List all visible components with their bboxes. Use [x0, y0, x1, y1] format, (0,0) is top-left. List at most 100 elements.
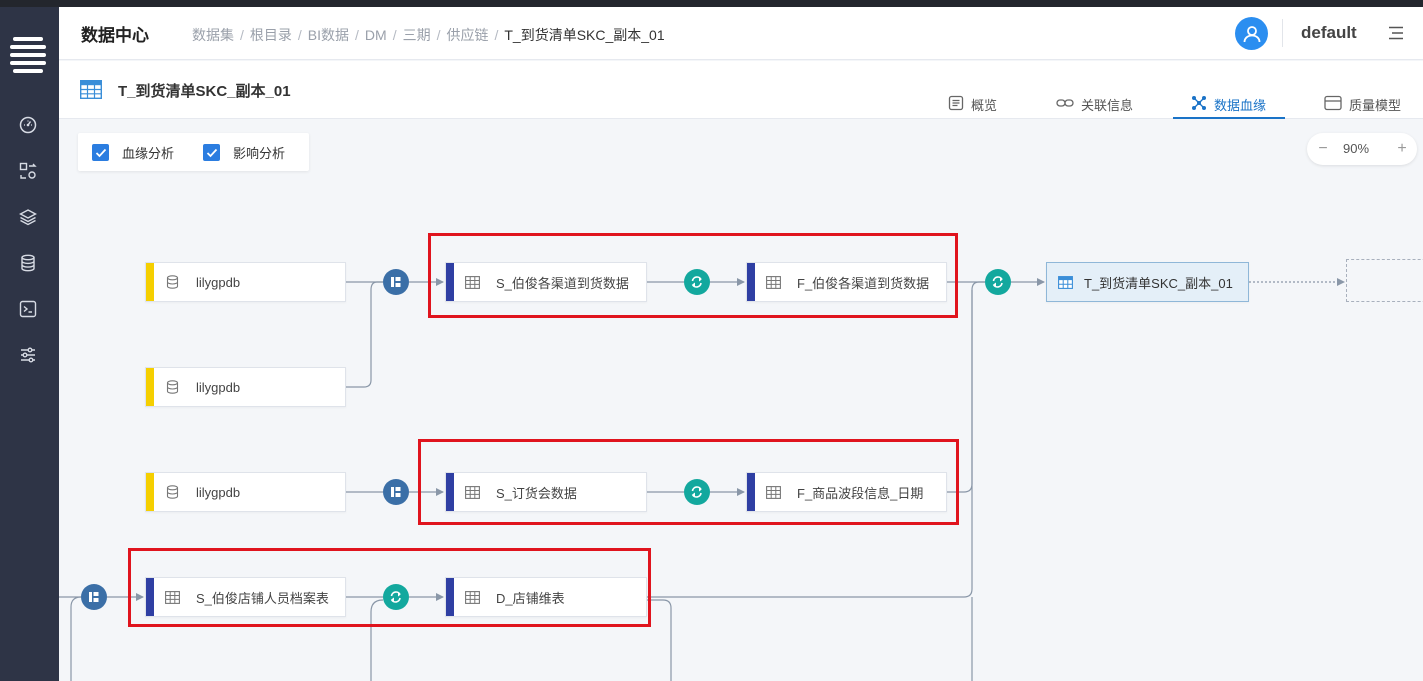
- menu-icon[interactable]: [1388, 26, 1404, 40]
- breadcrumb-item[interactable]: DM: [365, 27, 387, 43]
- link-icon: [1056, 99, 1074, 107]
- breadcrumb-current: T_到货清单SKC_副本_01: [504, 27, 665, 43]
- database-icon: [164, 379, 180, 395]
- tab-quality-model[interactable]: 质量模型: [1324, 95, 1406, 119]
- target-table-node[interactable]: T_到货清单SKC_副本_01: [1046, 262, 1249, 302]
- node-label: lilygpdb: [196, 274, 241, 290]
- source-node[interactable]: lilygpdb: [145, 262, 346, 302]
- node-type-bar: [747, 473, 755, 511]
- zoom-in-button[interactable]: +: [1394, 139, 1410, 159]
- node-type-bar: [747, 263, 755, 301]
- edge-line: [70, 596, 82, 681]
- checkbox-checked-icon: [92, 144, 109, 161]
- node-type-bar: [146, 263, 154, 301]
- dashboard-icon[interactable]: [17, 114, 39, 136]
- lineage-icon: [1192, 96, 1206, 110]
- merge-operation-icon[interactable]: [383, 269, 409, 295]
- tab-lineage[interactable]: 数据血缘: [1173, 95, 1285, 119]
- table-icon: [164, 589, 180, 605]
- edge-line: [346, 281, 383, 388]
- table-icon: [464, 274, 480, 290]
- tab-label: 质量模型: [1349, 98, 1402, 113]
- tab-related-info[interactable]: 关联信息: [1056, 95, 1136, 119]
- avatar[interactable]: [1235, 17, 1268, 50]
- transfer-icon[interactable]: [17, 160, 39, 182]
- merge-operation-icon[interactable]: [81, 584, 107, 610]
- node-label: T_到货清单SKC_副本_01: [1084, 275, 1233, 291]
- node-label: lilygpdb: [196, 379, 241, 395]
- database-icon: [164, 484, 180, 500]
- table-icon: [765, 484, 781, 500]
- edge-line: [647, 599, 672, 681]
- edge-line: [370, 599, 384, 681]
- node-type-bar: [146, 473, 154, 511]
- terminal-icon[interactable]: [17, 298, 39, 320]
- lineage-analysis-checkbox[interactable]: 血缘分析: [92, 143, 174, 162]
- tab-label: 概览: [971, 98, 998, 113]
- node-label: S_订货会数据: [496, 485, 577, 501]
- tab-overview[interactable]: 概览: [948, 95, 1002, 119]
- edge-line: [647, 290, 973, 598]
- node-label: D_店铺维表: [496, 590, 565, 606]
- table-node[interactable]: S_订货会数据: [445, 472, 647, 512]
- breadcrumb: 数据集 / 根目录 / BI数据 / DM / 三期 / 供应链 / T_到货清单SKC_副本_01: [192, 27, 665, 43]
- dataset-header: T_到货清单SKC_副本_01 概览 关联信息 数据血缘 质量模型: [59, 61, 1423, 119]
- node-type-bar: [446, 473, 454, 511]
- lineage-canvas[interactable]: 血缘分析 影响分析 − 90% + lilygpdb lilygpdb lily…: [59, 120, 1423, 681]
- transform-operation-icon[interactable]: [383, 584, 409, 610]
- window-top-strip: [0, 0, 1423, 7]
- settings-sliders-icon[interactable]: [17, 344, 39, 366]
- zoom-level: 90%: [1343, 141, 1370, 156]
- downstream-placeholder-node[interactable]: [1346, 259, 1423, 302]
- table-icon: [464, 484, 480, 500]
- node-label: S_伯俊店铺人员档案表: [196, 590, 329, 606]
- node-type-bar: [446, 263, 454, 301]
- breadcrumb-item[interactable]: 数据集: [192, 27, 234, 43]
- table-node[interactable]: S_伯俊店铺人员档案表: [145, 577, 346, 617]
- table-icon: [1057, 274, 1073, 290]
- top-header: 数据中心 数据集 / 根目录 / BI数据 / DM / 三期 / 供应链 / T_到货清单SKC_副本…: [59, 7, 1423, 60]
- document-icon: [948, 95, 964, 111]
- source-node[interactable]: lilygpdb: [145, 472, 346, 512]
- node-type-bar: [446, 578, 454, 616]
- table-node[interactable]: F_商品波段信息_日期: [746, 472, 947, 512]
- quality-icon: [1324, 95, 1342, 111]
- logo-icon[interactable]: [10, 37, 46, 77]
- table-icon: [79, 79, 103, 104]
- table-node[interactable]: D_店铺维表: [445, 577, 647, 617]
- breadcrumb-item[interactable]: BI数据: [308, 27, 349, 43]
- checkbox-label: 影响分析: [233, 146, 286, 161]
- header-divider: [1282, 19, 1283, 47]
- node-label: F_伯俊各渠道到货数据: [797, 275, 930, 291]
- table-icon: [765, 274, 781, 290]
- zoom-out-button[interactable]: −: [1315, 139, 1331, 159]
- node-type-bar: [146, 368, 154, 406]
- edge-line: [947, 281, 985, 493]
- sidebar: [0, 7, 59, 681]
- analysis-options: 血缘分析 影响分析: [78, 133, 309, 171]
- username[interactable]: default: [1301, 23, 1357, 43]
- node-label: S_伯俊各渠道到货数据: [496, 275, 629, 291]
- impact-analysis-checkbox[interactable]: 影响分析: [203, 143, 285, 162]
- breadcrumb-item[interactable]: 根目录: [250, 27, 292, 43]
- table-node[interactable]: S_伯俊各渠道到货数据: [445, 262, 647, 302]
- tab-label: 关联信息: [1081, 98, 1134, 113]
- transform-operation-icon[interactable]: [684, 479, 710, 505]
- zoom-control: − 90% +: [1307, 133, 1417, 165]
- node-label: lilygpdb: [196, 484, 241, 500]
- transform-operation-icon[interactable]: [985, 269, 1011, 295]
- transform-operation-icon[interactable]: [684, 269, 710, 295]
- database-icon[interactable]: [17, 252, 39, 274]
- node-type-bar: [146, 578, 154, 616]
- breadcrumb-item[interactable]: 三期: [403, 27, 431, 43]
- source-node[interactable]: lilygpdb: [145, 367, 346, 407]
- database-icon: [164, 274, 180, 290]
- checkbox-checked-icon: [203, 144, 220, 161]
- layers-icon[interactable]: [17, 206, 39, 228]
- merge-operation-icon[interactable]: [383, 479, 409, 505]
- user-icon: [1243, 25, 1260, 42]
- tab-label: 数据血缘: [1214, 98, 1267, 113]
- table-node[interactable]: F_伯俊各渠道到货数据: [746, 262, 947, 302]
- page-title: T_到货清单SKC_副本_01: [118, 83, 291, 100]
- breadcrumb-item[interactable]: 供应链: [446, 27, 488, 43]
